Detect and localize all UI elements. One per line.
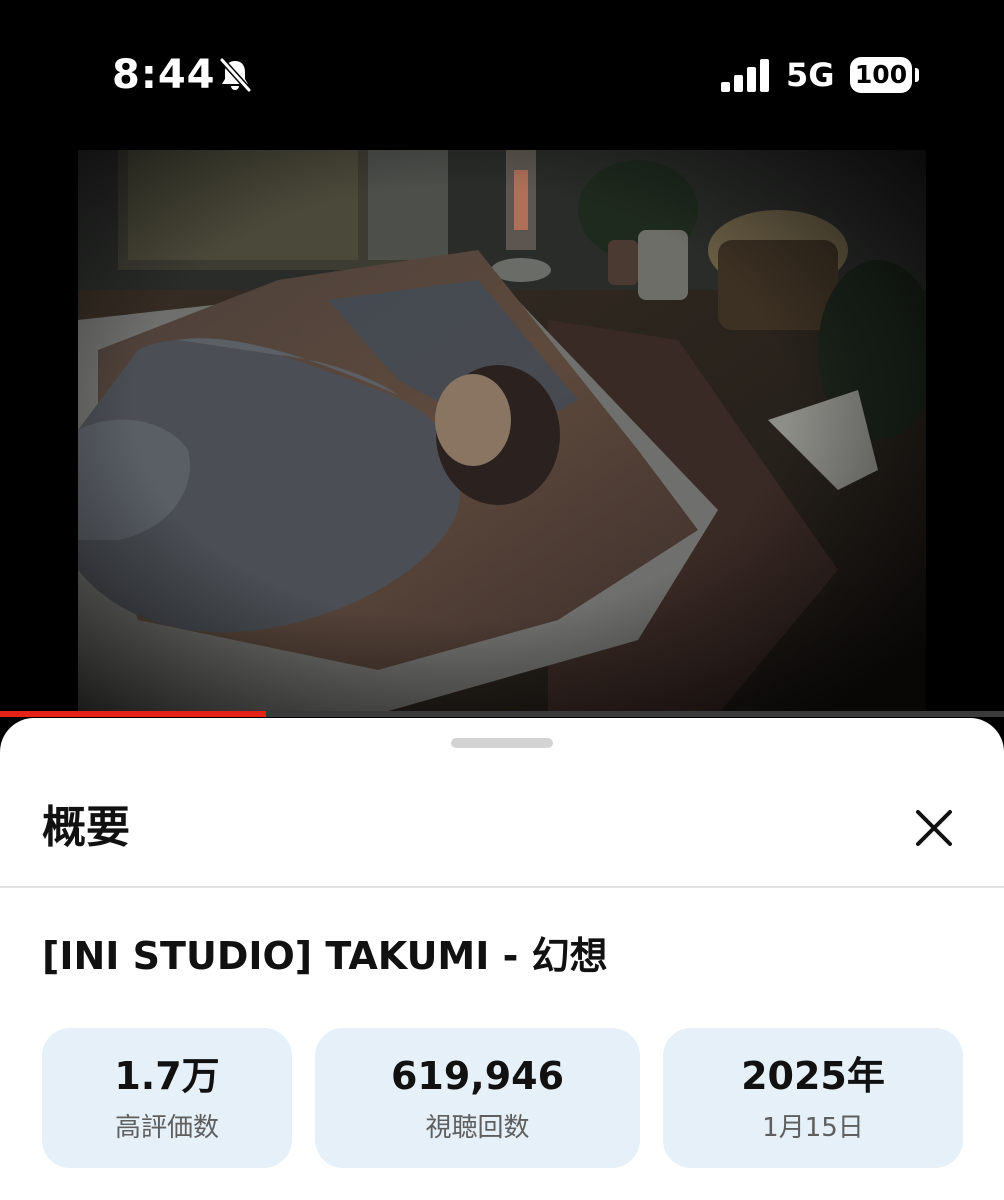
views-label: 視聴回数 <box>425 1113 530 1143</box>
upload-date: 1月15日 <box>762 1113 864 1143</box>
video-frame-image <box>78 150 926 714</box>
close-button[interactable] <box>902 796 966 860</box>
bell-slash-icon <box>219 57 252 93</box>
views-count: 619,946 <box>390 1054 565 1098</box>
sheet-title: 概要 <box>42 802 130 853</box>
video-progress-fill <box>0 711 267 717</box>
likes-label: 高評価数 <box>114 1113 219 1143</box>
video-title: [INI STUDIO] TAKUMI - 幻想 <box>42 934 608 978</box>
date-stat-card: 2025年 1月15日 <box>663 1028 963 1168</box>
sheet-divider <box>0 886 1004 888</box>
description-sheet: 概要 [INI STUDIO] TAKUMI - 幻想 1.7万 高評価数 61… <box>0 718 1004 1200</box>
upload-year: 2025年 <box>741 1054 885 1098</box>
network-label: 5G <box>786 56 835 94</box>
screen: 8:44 5G 100 概要 [INI STUDIO] TAKUMI - 幻想 … <box>0 0 1004 1200</box>
sheet-drag-handle[interactable] <box>451 738 553 748</box>
battery-indicator: 100 <box>850 57 912 93</box>
likes-stat-card: 1.7万 高評価数 <box>42 1028 292 1168</box>
battery-level: 100 <box>854 60 908 89</box>
battery-nub <box>915 68 919 82</box>
status-bar: 8:44 5G 100 <box>0 0 1004 150</box>
views-stat-card: 619,946 視聴回数 <box>315 1028 640 1168</box>
close-icon <box>916 810 952 846</box>
video-player[interactable] <box>78 150 926 714</box>
status-time: 8:44 <box>112 52 216 98</box>
likes-count: 1.7万 <box>114 1054 220 1098</box>
video-progress-bar[interactable] <box>0 711 1004 717</box>
cellular-signal-icon <box>721 59 769 92</box>
